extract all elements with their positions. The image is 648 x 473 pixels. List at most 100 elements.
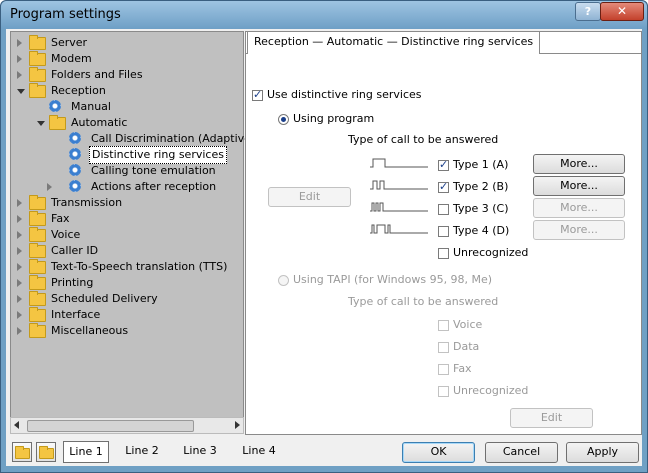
type1-more-button[interactable]: More... bbox=[533, 154, 625, 174]
expand-icon[interactable] bbox=[17, 199, 22, 207]
collapse-icon[interactable] bbox=[17, 89, 25, 94]
ring-pattern-type1 bbox=[370, 158, 428, 168]
use-distinctive-label[interactable]: Use distinctive ring services bbox=[267, 88, 422, 101]
expand-icon[interactable] bbox=[17, 215, 22, 223]
scroll-right-icon[interactable] bbox=[235, 421, 240, 429]
ring-pattern-type2 bbox=[370, 180, 428, 190]
folder-icon bbox=[29, 51, 46, 66]
ring-pattern-type3 bbox=[370, 202, 428, 212]
gear-icon bbox=[69, 180, 81, 192]
folder-icon bbox=[29, 291, 46, 306]
unrecognized-label[interactable]: Unrecognized bbox=[453, 246, 528, 259]
bottom-bar: Line 1 Line 2 Line 3 Line 4 OK Cancel Ap… bbox=[6, 437, 642, 466]
tree-label: Transmission bbox=[51, 196, 123, 209]
tapi-unrecognized-checkbox[interactable] bbox=[438, 386, 449, 397]
tapi-unrecognized-label[interactable]: Unrecognized bbox=[453, 384, 528, 397]
using-tapi-label[interactable]: Using TAPI (for Windows 95, 98, Me) bbox=[293, 273, 492, 286]
gear-icon bbox=[69, 148, 81, 160]
scrollbar-thumb[interactable] bbox=[27, 420, 194, 432]
close-button[interactable]: ✕ bbox=[600, 2, 644, 21]
tree-label: Modem bbox=[51, 52, 92, 65]
type3-label[interactable]: Type 3 (C) bbox=[453, 202, 509, 215]
use-distinctive-checkbox[interactable] bbox=[252, 88, 263, 101]
settings-tree: Server Modem Folders and Files Reception… bbox=[10, 31, 251, 418]
tree-label: Interface bbox=[51, 308, 101, 321]
program-edit-button[interactable]: Edit bbox=[268, 187, 351, 207]
tree-label: Call Discrimination (Adaptive bbox=[91, 132, 251, 145]
folder-icon bbox=[39, 446, 54, 459]
gear-icon bbox=[69, 132, 81, 144]
program-settings-window: Program settings ? ✕ Server Modem Folder… bbox=[0, 0, 648, 473]
type4-label[interactable]: Type 4 (D) bbox=[453, 224, 509, 237]
window-title: Program settings bbox=[10, 7, 121, 22]
title-bar: Program settings ? ✕ bbox=[1, 1, 647, 29]
type-of-call-label: Type of call to be answered bbox=[348, 133, 499, 146]
folder-open-icon bbox=[49, 115, 66, 130]
type3-more-button[interactable]: More... bbox=[533, 198, 625, 218]
tab-line-1[interactable]: Line 1 bbox=[63, 441, 109, 463]
tab-line-2[interactable]: Line 2 bbox=[119, 441, 165, 463]
tree-label: Text-To-Speech translation (TTS) bbox=[51, 260, 228, 273]
type1-checkbox[interactable] bbox=[438, 158, 449, 171]
tapi-fax-label[interactable]: Fax bbox=[453, 362, 472, 375]
tapi-data-checkbox[interactable] bbox=[438, 342, 449, 353]
expand-icon[interactable] bbox=[17, 295, 22, 303]
folder-icon bbox=[29, 307, 46, 322]
scroll-left-icon[interactable] bbox=[14, 421, 19, 429]
using-program-radio[interactable] bbox=[278, 114, 289, 125]
type2-checkbox[interactable] bbox=[438, 180, 449, 193]
tree-label: Reception bbox=[51, 84, 106, 97]
tree-label: Fax bbox=[51, 212, 70, 225]
type2-label[interactable]: Type 2 (B) bbox=[453, 180, 508, 193]
expand-icon[interactable] bbox=[17, 279, 22, 287]
folder-icon bbox=[29, 35, 46, 50]
tapi-edit-button[interactable]: Edit bbox=[510, 408, 593, 428]
type1-label[interactable]: Type 1 (A) bbox=[453, 158, 508, 171]
dialog-client-area: Server Modem Folders and Files Reception… bbox=[6, 29, 642, 466]
open-folder-button[interactable] bbox=[12, 442, 32, 462]
expand-icon[interactable] bbox=[17, 39, 22, 47]
tapi-voice-label[interactable]: Voice bbox=[453, 318, 482, 331]
folder-icon bbox=[29, 275, 46, 290]
tab-line-3[interactable]: Line 3 bbox=[177, 441, 223, 463]
tree-label: Calling tone emulation bbox=[91, 164, 216, 177]
ok-button[interactable]: OK bbox=[402, 442, 475, 463]
using-tapi-radio[interactable] bbox=[278, 275, 289, 286]
folder-icon bbox=[29, 211, 46, 226]
tree-label: Scheduled Delivery bbox=[51, 292, 158, 305]
tree-horizontal-scrollbar[interactable] bbox=[10, 417, 244, 434]
settings-panel: Reception — Automatic — Distinctive ring… bbox=[245, 31, 642, 435]
apply-button[interactable]: Apply bbox=[566, 442, 639, 463]
cancel-button[interactable]: Cancel bbox=[485, 442, 558, 463]
expand-icon[interactable] bbox=[17, 263, 22, 271]
tapi-data-label[interactable]: Data bbox=[453, 340, 479, 353]
folder-icon bbox=[29, 243, 46, 258]
expand-icon[interactable] bbox=[17, 247, 22, 255]
tree-label: Voice bbox=[51, 228, 81, 241]
gear-icon bbox=[69, 164, 81, 176]
expand-icon[interactable] bbox=[17, 327, 22, 335]
tree-label-selected: Distinctive ring services bbox=[89, 146, 227, 164]
expand-icon[interactable] bbox=[17, 311, 22, 319]
type4-more-button[interactable]: More... bbox=[533, 220, 625, 240]
tree-label: Miscellaneous bbox=[51, 324, 129, 337]
tapi-fax-checkbox[interactable] bbox=[438, 364, 449, 375]
tree-label: Caller ID bbox=[51, 244, 99, 257]
type4-checkbox[interactable] bbox=[438, 226, 449, 237]
tree-label: Folders and Files bbox=[51, 68, 143, 81]
tab-line-4[interactable]: Line 4 bbox=[236, 441, 282, 463]
expand-icon[interactable] bbox=[17, 55, 22, 63]
unrecognized-checkbox[interactable] bbox=[438, 248, 449, 259]
expand-icon[interactable] bbox=[47, 183, 52, 191]
collapse-icon[interactable] bbox=[37, 121, 45, 126]
tapi-voice-checkbox[interactable] bbox=[438, 320, 449, 331]
using-program-label[interactable]: Using program bbox=[293, 112, 374, 125]
expand-icon[interactable] bbox=[17, 71, 22, 79]
help-button[interactable]: ? bbox=[575, 2, 601, 21]
save-folder-button[interactable] bbox=[36, 442, 56, 462]
folder-icon bbox=[29, 323, 46, 338]
type2-more-button[interactable]: More... bbox=[533, 176, 625, 196]
expand-icon[interactable] bbox=[17, 231, 22, 239]
type3-checkbox[interactable] bbox=[438, 204, 449, 215]
tree-label: Actions after reception bbox=[91, 180, 217, 193]
